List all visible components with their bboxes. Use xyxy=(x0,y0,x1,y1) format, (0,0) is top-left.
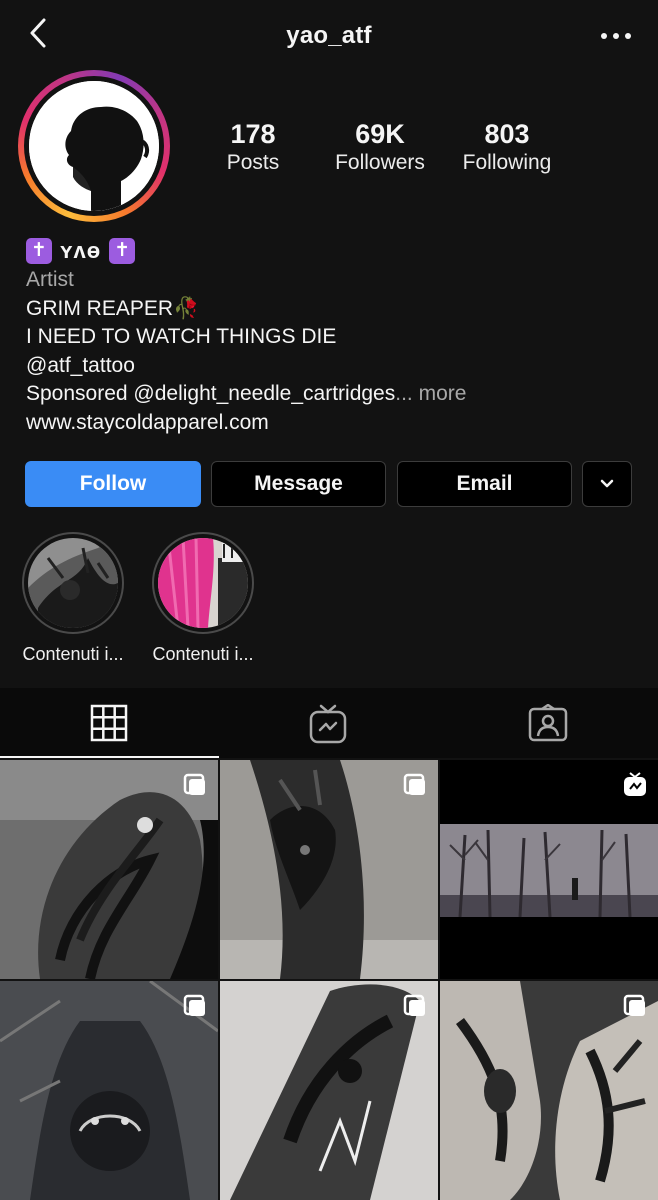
bio-line: GRIM REAPER🥀 xyxy=(26,296,200,320)
multiple-photos-icon xyxy=(403,773,425,795)
bio-sponsored-line: Sponsored @delight_needle_cartridges... … xyxy=(26,380,636,409)
stat-posts[interactable]: 178 Posts xyxy=(183,118,323,176)
multiple-photos-icon xyxy=(623,994,645,1016)
highlight-label: Contenuti i... xyxy=(22,644,124,664)
profile-stats: 178 Posts 69K Followers 803 Following xyxy=(0,118,658,188)
follow-button[interactable]: Follow xyxy=(25,461,201,507)
more-horizontal-icon[interactable] xyxy=(596,22,636,50)
posts-label: Posts xyxy=(226,151,280,174)
post-thumbnail[interactable] xyxy=(0,981,218,1200)
email-button[interactable]: Email xyxy=(397,461,572,507)
story-highlight[interactable]: Contenuti i... xyxy=(8,532,138,665)
story-highlight[interactable]: Contenuti i... xyxy=(138,532,268,665)
bio-ellipsis: ... xyxy=(395,382,413,405)
stat-followers[interactable]: 69K Followers xyxy=(310,118,450,176)
followers-count: 69K xyxy=(355,119,405,149)
sponsored-text: Sponsored @delight_needle_cartridges xyxy=(26,382,396,405)
following-label: Following xyxy=(462,151,552,174)
post-thumbnail[interactable] xyxy=(440,760,658,979)
post-thumbnail[interactable] xyxy=(440,981,658,1200)
following-count: 803 xyxy=(484,119,530,149)
chevron-down-icon xyxy=(600,479,614,488)
profile-category: Artist xyxy=(26,268,74,291)
stat-following[interactable]: 803 Following xyxy=(437,118,577,176)
profile-username: yao_atf xyxy=(286,22,372,49)
highlight-ring xyxy=(152,532,254,634)
tagged-person-icon xyxy=(528,704,568,742)
website-link[interactable]: www.staycoldapparel.com xyxy=(26,409,636,438)
bio-line: I NEED TO WATCH THINGS DIE xyxy=(26,325,337,348)
cross-icon: ✝ xyxy=(109,238,136,264)
highlight-label: Contenuti i... xyxy=(152,644,254,664)
post-thumbnail[interactable] xyxy=(220,760,438,979)
profile-tabs xyxy=(0,688,658,758)
message-button[interactable]: Message xyxy=(211,461,386,507)
multiple-photos-icon xyxy=(183,773,205,795)
bio-more-link[interactable]: more xyxy=(419,382,467,405)
posts-count: 178 xyxy=(230,119,276,149)
highlight-cover-image xyxy=(158,538,248,628)
post-thumbnail[interactable] xyxy=(220,981,438,1200)
profile-bio: ✝ ʏʌɵ ✝ Artist GRIM REAPER🥀 I NEED TO WA… xyxy=(26,236,636,437)
display-name: ✝ ʏʌɵ ✝ xyxy=(26,236,636,266)
highlight-ring xyxy=(22,532,124,634)
multiple-photos-icon xyxy=(403,994,425,1016)
igtv-video-icon xyxy=(624,772,646,796)
display-name-text: ʏʌɵ xyxy=(60,238,102,263)
tab-igtv[interactable] xyxy=(219,688,438,758)
multiple-photos-icon xyxy=(183,994,205,1016)
followers-label: Followers xyxy=(335,151,425,174)
highlight-cover-image xyxy=(28,538,118,628)
cross-icon: ✝ xyxy=(26,238,52,264)
igtv-icon xyxy=(309,704,347,744)
bio-mention-link[interactable]: @atf_tattoo xyxy=(26,352,636,381)
tab-tagged[interactable] xyxy=(438,688,657,758)
suggested-accounts-button[interactable] xyxy=(582,461,632,507)
post-thumbnail[interactable] xyxy=(0,760,218,979)
tab-grid[interactable] xyxy=(0,688,219,758)
profile-header: yao_atf xyxy=(0,0,658,72)
grid-icon xyxy=(90,704,128,742)
posts-grid xyxy=(0,758,658,1200)
